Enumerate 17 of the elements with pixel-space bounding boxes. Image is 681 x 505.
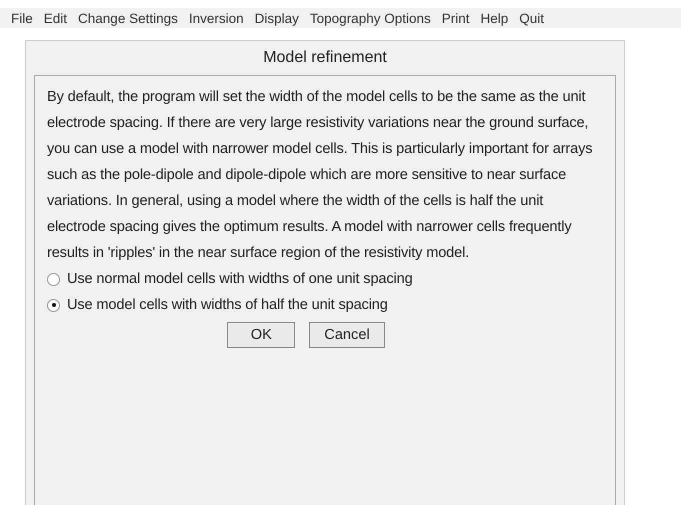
option-label[interactable]: Use model cells with widths of half the unit spacing xyxy=(67,297,388,313)
menu-item[interactable]: Inversion xyxy=(184,10,250,26)
menu-item[interactable]: Print xyxy=(436,10,476,26)
dialog-title: Model refinement xyxy=(262,48,388,68)
ok-button[interactable]: OK xyxy=(227,322,296,348)
radio-button[interactable] xyxy=(47,272,60,286)
option-label[interactable]: Use normal model cells with widths of one unit spacing xyxy=(67,271,413,287)
menu-item[interactable]: Topography Options xyxy=(304,10,437,26)
menu-item[interactable]: Display xyxy=(250,10,305,26)
menu-item[interactable]: Help xyxy=(476,10,514,26)
menu-item[interactable]: Edit xyxy=(38,10,74,26)
cancel-button[interactable]: Cancel xyxy=(309,322,385,348)
menu-item[interactable]: File xyxy=(6,10,39,26)
menu-item[interactable]: Quit xyxy=(514,10,550,26)
menu-item[interactable]: Change Settings xyxy=(73,10,184,26)
description-text: By default, the program will set the width of the model cells to be the same as the unit electrode spacing. If there are very large resistivity variations near the ground surface, you can use a model with narrower model cells. This is particularly important for arrays such as the pole-dipole and dipole-dipole which are more sensitive to near surface variations. In general, using a model where the width of the cells is half the unit electrode spacing gives the optimum results. A model with narrower cells frequently results in 'ripples' in the near surface region of the resistivity model. xyxy=(47,88,594,263)
radio-button[interactable] xyxy=(47,298,60,312)
